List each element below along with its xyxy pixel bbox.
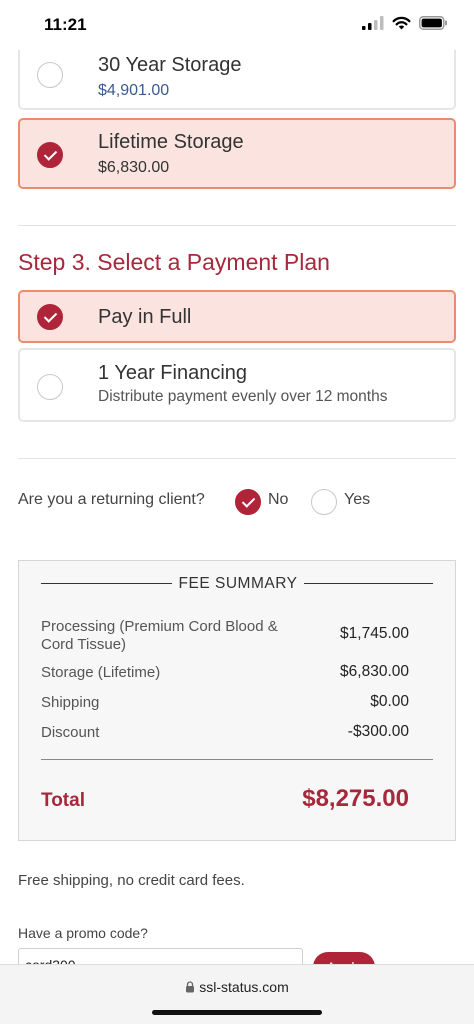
option-title: Lifetime Storage bbox=[98, 131, 244, 153]
radio-button-checked[interactable] bbox=[37, 142, 63, 168]
option-description: Distribute payment evenly over 12 months bbox=[98, 388, 388, 405]
payment-option-financing[interactable]: 1 Year Financing Distribute payment even… bbox=[18, 348, 456, 422]
option-price: $6,830.00 bbox=[98, 159, 170, 176]
fee-row-value-processing: $1,745.00 bbox=[340, 625, 409, 642]
returning-yes-radio[interactable] bbox=[311, 489, 337, 515]
browser-toolbar: ssl-status.com bbox=[0, 964, 474, 1024]
total-value: $8,275.00 bbox=[302, 785, 409, 812]
lock-icon bbox=[186, 981, 195, 993]
section-divider bbox=[18, 458, 456, 459]
returning-yes-label[interactable]: Yes bbox=[344, 491, 370, 509]
fee-summary-title: FEE SUMMARY bbox=[178, 575, 298, 592]
home-indicator bbox=[152, 1010, 322, 1015]
storage-option-lifetime[interactable]: Lifetime Storage $6,830.00 bbox=[18, 118, 456, 189]
fee-row-label-storage: Storage (Lifetime) bbox=[41, 664, 161, 681]
option-title: 1 Year Financing bbox=[98, 362, 248, 384]
promo-label: Have a promo code? bbox=[18, 925, 148, 941]
wifi-icon bbox=[392, 16, 411, 30]
returning-no-label[interactable]: No bbox=[268, 491, 288, 509]
total-label: Total bbox=[41, 790, 85, 811]
fee-title-rule-right bbox=[304, 583, 433, 584]
radio-button[interactable] bbox=[37, 62, 63, 88]
url-text: ssl-status.com bbox=[199, 979, 289, 995]
section-divider bbox=[18, 225, 456, 226]
step3-heading: Step 3. Select a Payment Plan bbox=[18, 249, 330, 275]
option-title: 30 Year Storage bbox=[98, 54, 242, 76]
fee-row-value-discount: -$300.00 bbox=[347, 723, 409, 740]
payment-option-pay-in-full[interactable]: Pay in Full bbox=[18, 290, 456, 343]
status-bar: 11:21 bbox=[0, 0, 474, 50]
shipping-note: Free shipping, no credit card fees. bbox=[18, 872, 245, 889]
option-title: Pay in Full bbox=[98, 306, 192, 328]
battery-icon bbox=[419, 16, 447, 30]
fee-row-label-shipping: Shipping bbox=[41, 694, 100, 711]
fee-separator bbox=[41, 759, 433, 760]
fee-row-value-storage: $6,830.00 bbox=[340, 663, 409, 680]
fee-summary-box: FEE SUMMARY Processing (Premium Cord Blo… bbox=[18, 560, 456, 841]
cellular-signal-icon bbox=[362, 16, 384, 30]
fee-row-value-shipping: $0.00 bbox=[370, 693, 409, 710]
option-price: $4,901.00 bbox=[98, 82, 170, 99]
status-time: 11:21 bbox=[44, 15, 87, 34]
returning-no-radio[interactable] bbox=[235, 489, 261, 515]
radio-button-checked[interactable] bbox=[37, 304, 63, 330]
returning-client-question: Are you a returning client? bbox=[18, 491, 205, 508]
radio-button[interactable] bbox=[37, 374, 63, 400]
fee-row-label-processing: Processing (Premium Cord Blood & Cord Ti… bbox=[41, 618, 278, 653]
fee-row-label-discount: Discount bbox=[41, 724, 100, 741]
url-display[interactable]: ssl-status.com bbox=[0, 979, 474, 995]
